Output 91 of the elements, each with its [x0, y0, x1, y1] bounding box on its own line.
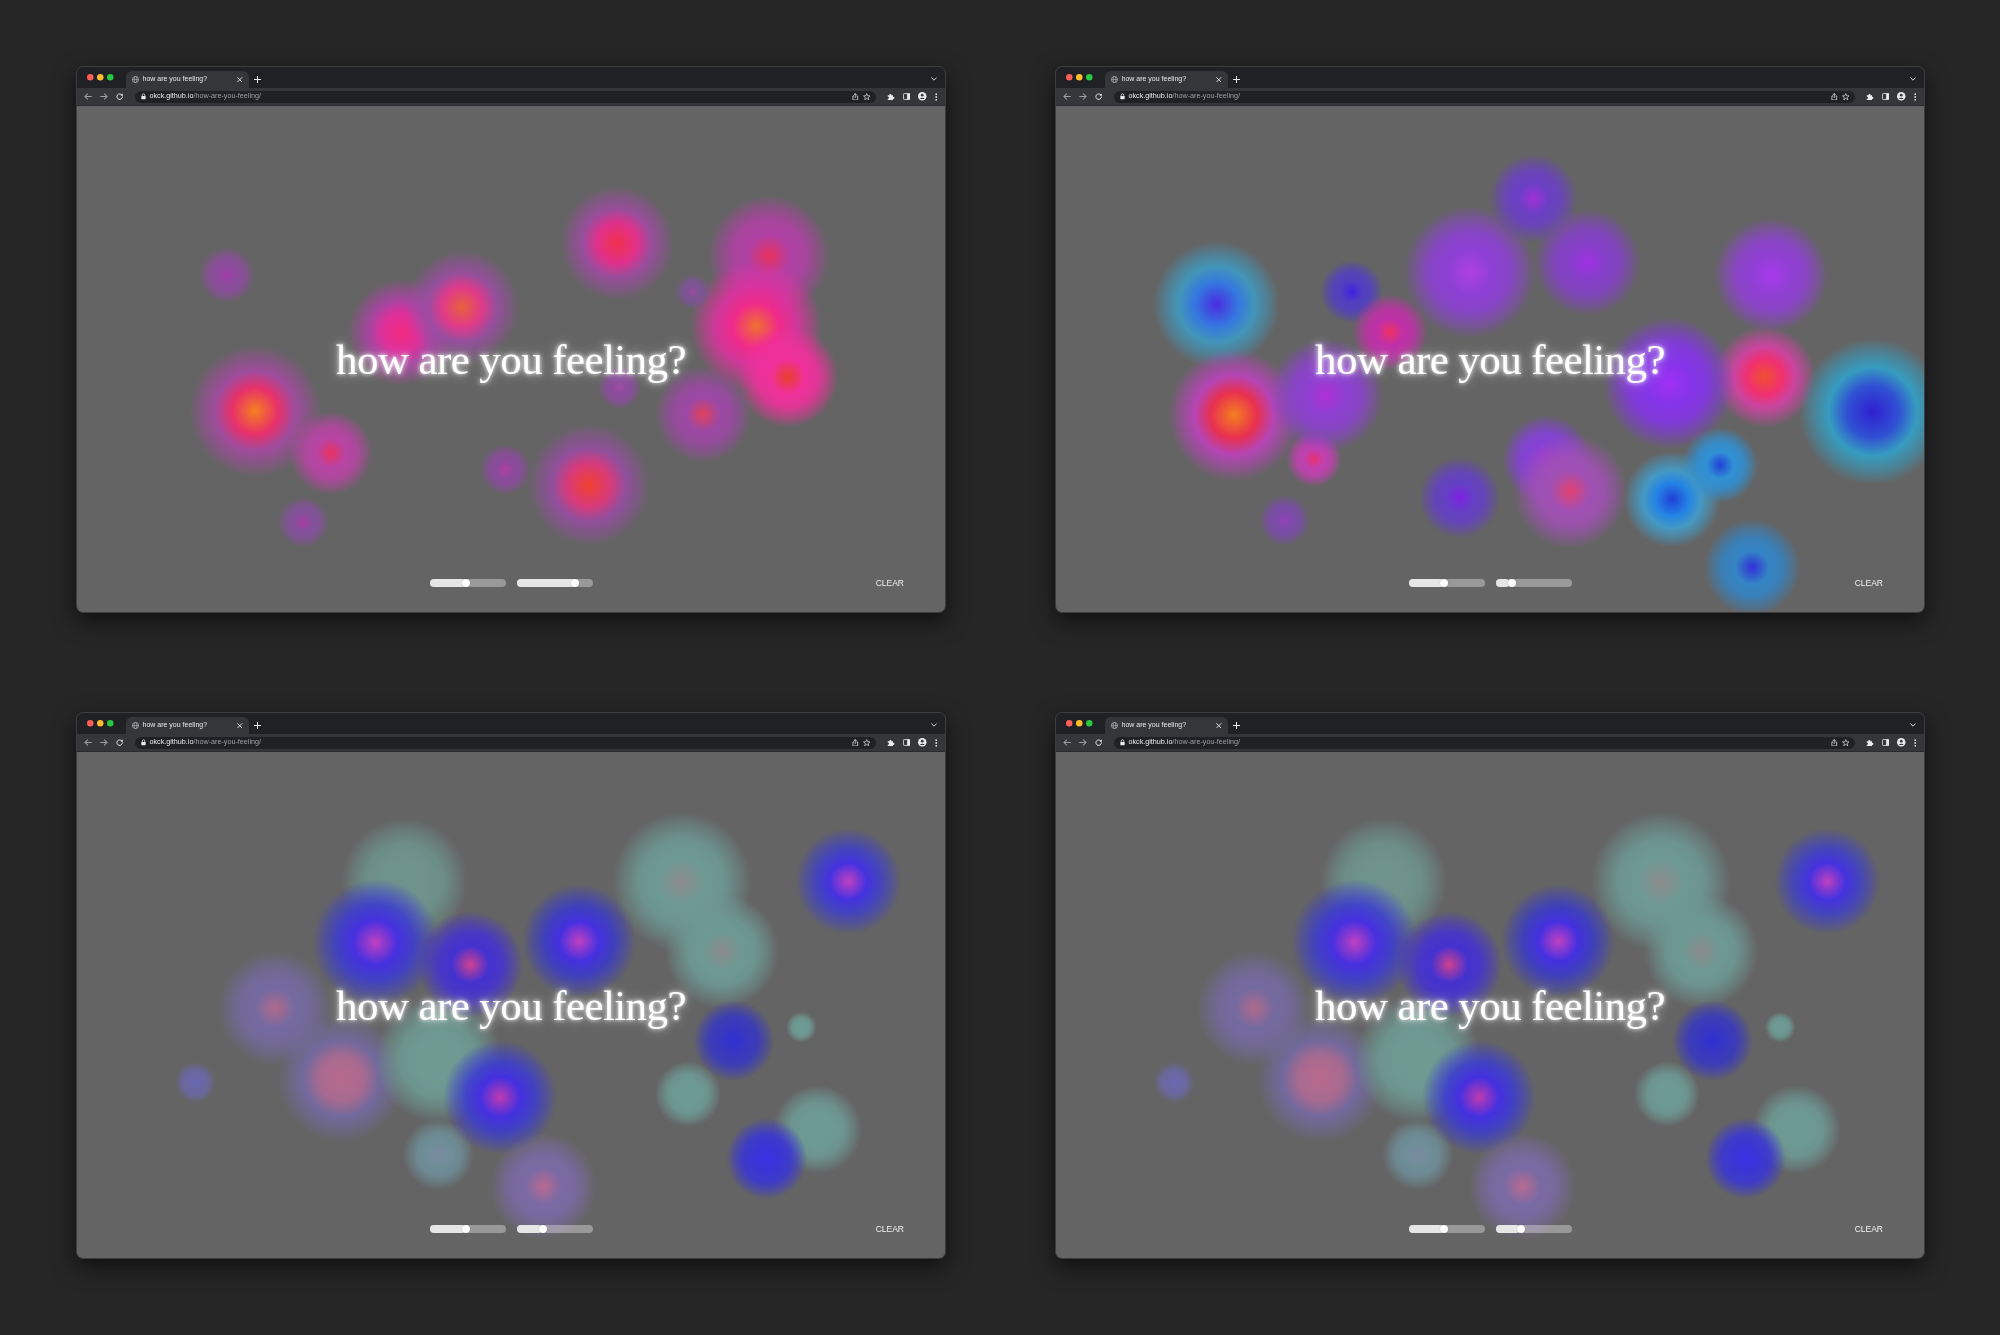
maximize-window-icon[interactable] — [107, 74, 114, 81]
slider-thumb[interactable] — [1507, 579, 1516, 587]
share-icon[interactable] — [1831, 738, 1838, 747]
kebab-menu-icon[interactable] — [1913, 738, 1916, 747]
share-icon[interactable] — [852, 92, 859, 101]
side-panel-icon[interactable] — [1881, 739, 1889, 746]
close-window-icon[interactable] — [1066, 74, 1073, 81]
arrow-right-icon[interactable] — [1079, 739, 1087, 746]
puzzle-icon[interactable] — [1866, 738, 1874, 747]
kebab-menu-icon[interactable] — [1913, 92, 1916, 101]
maximize-window-icon[interactable] — [1086, 720, 1093, 727]
person-icon[interactable] — [918, 92, 927, 101]
slider[interactable] — [1408, 1225, 1485, 1233]
chevron-down-icon[interactable] — [931, 723, 937, 727]
person-icon[interactable] — [1897, 92, 1906, 101]
lock-icon — [140, 739, 146, 746]
globe-icon — [131, 722, 139, 729]
arrow-left-icon[interactable] — [84, 739, 92, 746]
clear-button[interactable]: CLEAR — [875, 1223, 904, 1235]
arrow-right-icon[interactable] — [1079, 93, 1087, 100]
slider-thumb[interactable] — [462, 1225, 471, 1233]
page-heading: how are you feeling? — [336, 983, 686, 1027]
star-icon[interactable] — [1841, 92, 1849, 101]
reload-icon[interactable] — [116, 738, 124, 747]
close-icon[interactable] — [1216, 722, 1222, 729]
lock-icon — [1119, 93, 1125, 100]
puzzle-icon[interactable] — [887, 92, 895, 101]
person-icon[interactable] — [1897, 738, 1906, 747]
slider[interactable] — [1408, 579, 1485, 587]
slider[interactable] — [1495, 579, 1572, 587]
page-heading: how are you feeling? — [1315, 983, 1665, 1027]
lock-icon — [1119, 739, 1125, 746]
kebab-menu-icon[interactable] — [934, 738, 937, 747]
reload-icon[interactable] — [116, 92, 124, 101]
minimize-window-icon[interactable] — [1076, 74, 1083, 81]
maximize-window-icon[interactable] — [107, 720, 114, 727]
plus-icon[interactable] — [1232, 75, 1240, 83]
plus-icon[interactable] — [253, 721, 261, 729]
slider[interactable] — [516, 1225, 593, 1233]
page-heading: how are you feeling? — [336, 337, 686, 381]
slider[interactable] — [429, 579, 506, 587]
puzzle-icon[interactable] — [887, 738, 895, 747]
close-window-icon[interactable] — [1066, 720, 1073, 727]
reload-icon[interactable] — [1095, 738, 1103, 747]
star-icon[interactable] — [862, 92, 870, 101]
globe-icon — [1110, 722, 1118, 729]
slider[interactable] — [1495, 1225, 1572, 1233]
arrow-left-icon[interactable] — [1063, 739, 1071, 746]
clear-button[interactable]: CLEAR — [1854, 1223, 1883, 1235]
slider-thumb[interactable] — [538, 1225, 547, 1233]
slider-thumb[interactable] — [1440, 579, 1449, 587]
star-icon[interactable] — [862, 738, 870, 747]
close-icon[interactable] — [237, 76, 243, 83]
lock-icon — [140, 93, 146, 100]
arrow-left-icon[interactable] — [1063, 93, 1071, 100]
clear-button[interactable]: CLEAR — [875, 577, 904, 589]
side-panel-icon[interactable] — [902, 739, 910, 746]
plus-icon[interactable] — [1232, 721, 1240, 729]
arrow-left-icon[interactable] — [84, 93, 92, 100]
slider[interactable] — [429, 1225, 506, 1233]
chevron-down-icon[interactable] — [1910, 77, 1916, 81]
slider[interactable] — [516, 579, 593, 587]
person-icon[interactable] — [918, 738, 927, 747]
reload-icon[interactable] — [1095, 92, 1103, 101]
globe-icon — [1110, 76, 1118, 83]
slider-thumb[interactable] — [570, 579, 579, 587]
globe-icon — [131, 76, 139, 83]
chevron-down-icon[interactable] — [1910, 723, 1916, 727]
share-icon[interactable] — [1831, 92, 1838, 101]
close-window-icon[interactable] — [87, 720, 94, 727]
side-panel-icon[interactable] — [1881, 93, 1889, 100]
star-icon[interactable] — [1841, 738, 1849, 747]
maximize-window-icon[interactable] — [1086, 74, 1093, 81]
arrow-right-icon[interactable] — [100, 93, 108, 100]
minimize-window-icon[interactable] — [97, 74, 104, 81]
chevron-down-icon[interactable] — [931, 77, 937, 81]
side-panel-icon[interactable] — [902, 93, 910, 100]
slider-thumb[interactable] — [1517, 1225, 1526, 1233]
kebab-menu-icon[interactable] — [934, 92, 937, 101]
puzzle-icon[interactable] — [1866, 92, 1874, 101]
arrow-right-icon[interactable] — [100, 739, 108, 746]
clear-button[interactable]: CLEAR — [1854, 577, 1883, 589]
close-icon[interactable] — [237, 722, 243, 729]
plus-icon[interactable] — [253, 75, 261, 83]
slider-thumb[interactable] — [462, 579, 471, 587]
minimize-window-icon[interactable] — [97, 720, 104, 727]
minimize-window-icon[interactable] — [1076, 720, 1083, 727]
share-icon[interactable] — [852, 738, 859, 747]
close-icon[interactable] — [1216, 76, 1222, 83]
slider-thumb[interactable] — [1440, 1225, 1449, 1233]
close-window-icon[interactable] — [87, 74, 94, 81]
